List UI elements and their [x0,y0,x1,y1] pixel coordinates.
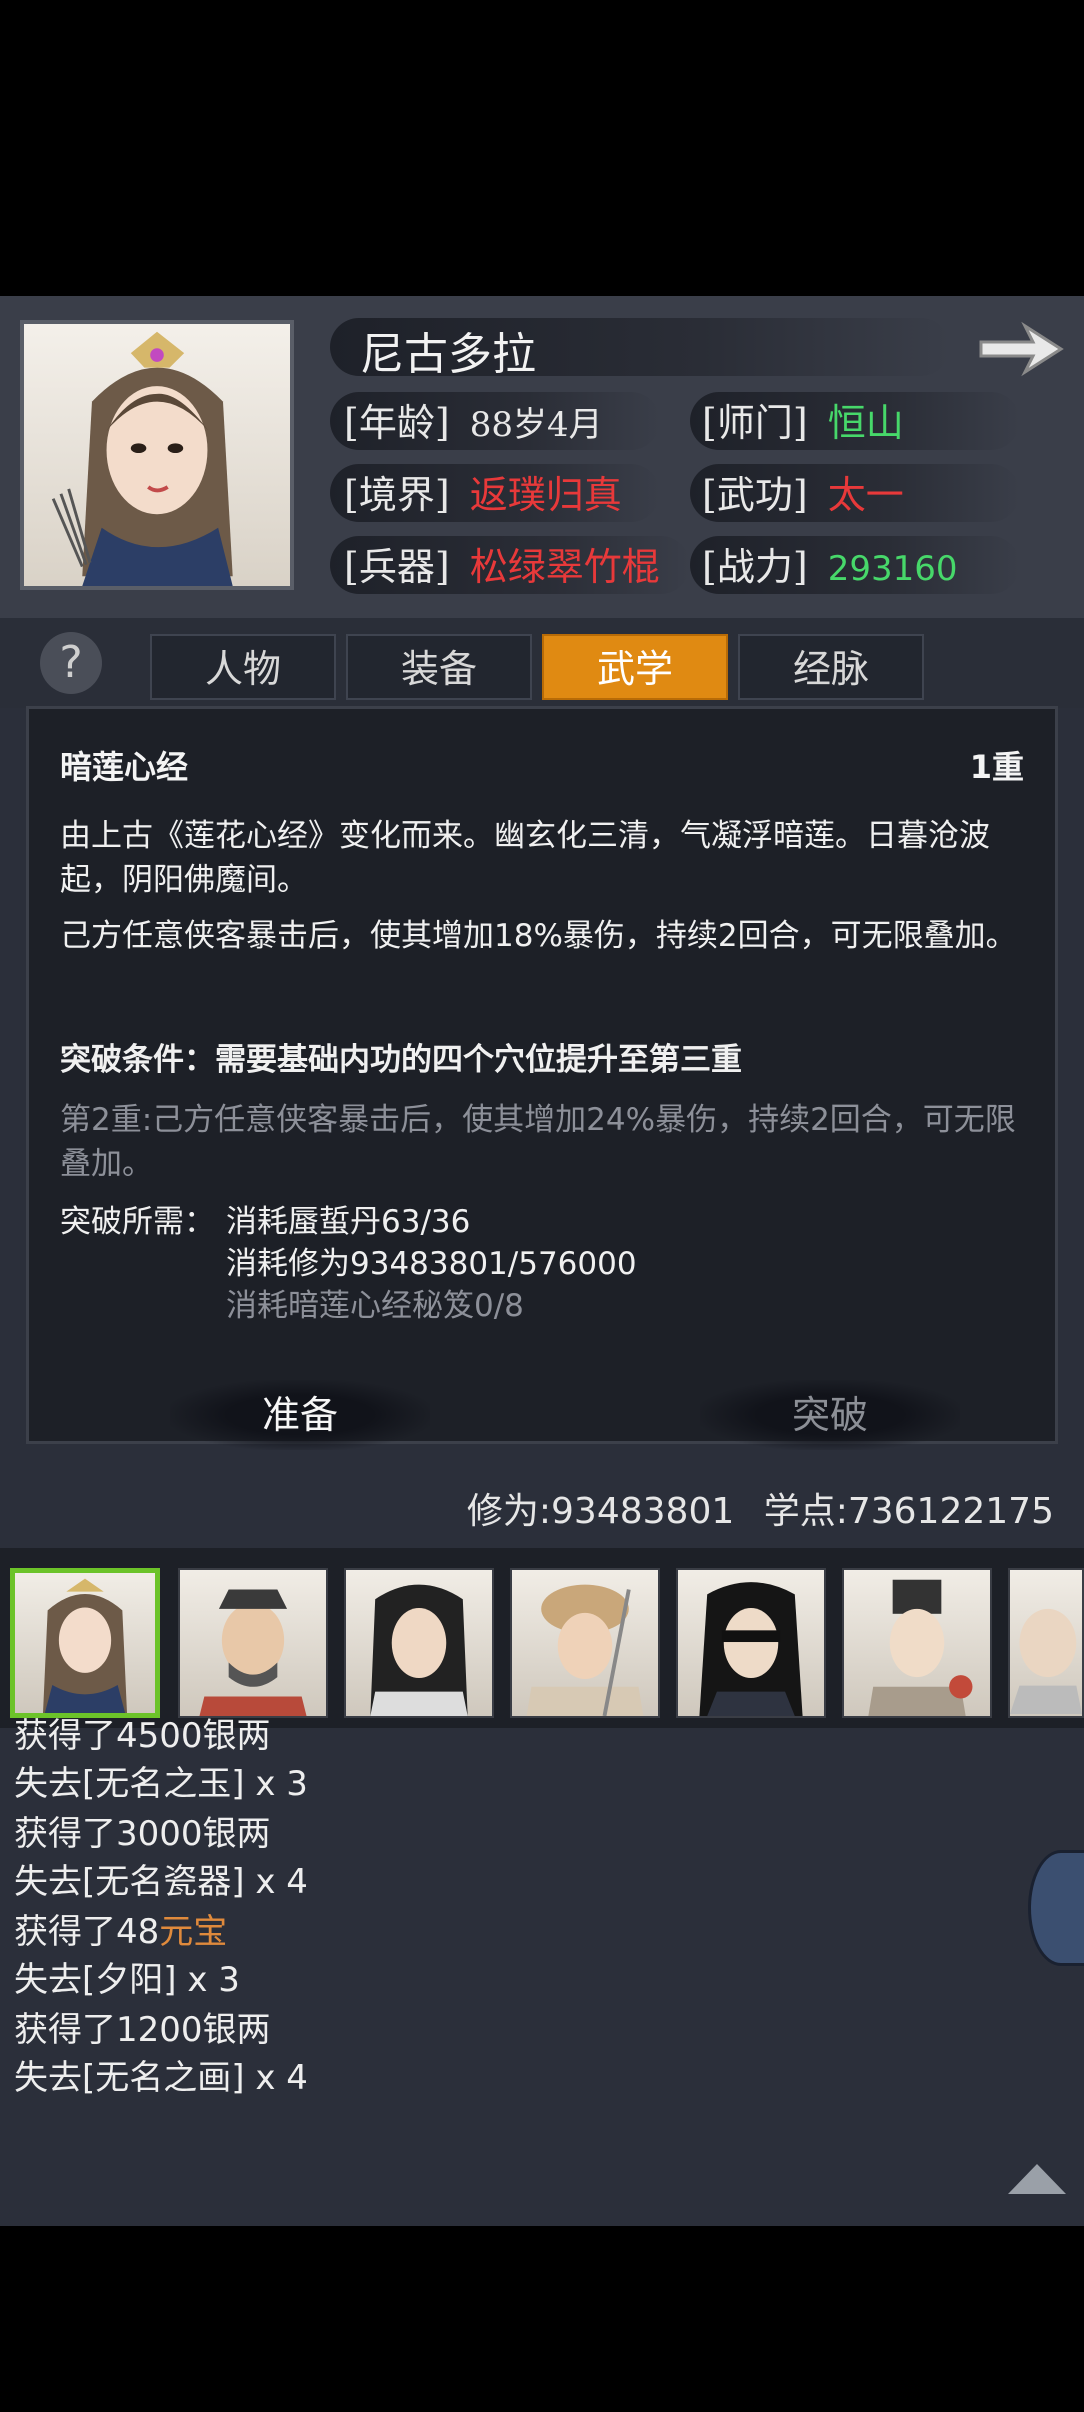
next-level-effect: 第2重:己方任意侠客暴击后，使其增加24%暴伤，持续2回合，可无限叠加。 [60,1102,1016,1182]
log-entry: 获得了1200银两 [14,2010,271,2050]
portrait-thumb [699,1582,803,1716]
breakthrough-button[interactable]: 突破 [700,1380,960,1450]
question-icon: ? [59,637,83,688]
tab-martial-arts[interactable]: 武学 [542,634,728,700]
tab-character[interactable]: 人物 [150,634,336,700]
portrait-thumb [1010,1608,1082,1715]
portrait-image [51,331,233,586]
requirements-label: 突破所需： [60,1204,215,1240]
cultivation-stat: 修为:93483801 [466,1491,735,1532]
power-row: [战力] 293160 [702,536,958,591]
roster-character-5[interactable] [676,1568,826,1718]
sect-row: [师门] 恒山 [702,392,904,447]
requirement-manual: 消耗暗莲心经秘笈0/8 [226,1288,524,1324]
log-entry: 获得了3000银两 [14,1814,271,1854]
roster-character-2[interactable] [178,1568,328,1718]
prepare-button[interactable]: 准备 [170,1380,430,1450]
character-portrait [20,320,294,590]
breakthrough-condition: 突破条件：需要基础内功的四个穴位提升至第三重 [60,1042,742,1078]
requirement-pill: 消耗蜃蜇丹63/36 [226,1204,471,1240]
realm-label: [境界] [344,473,450,517]
power-label: [战力] [702,545,808,589]
portrait-thumb [526,1584,644,1716]
right-arrow-icon [979,321,1064,377]
study-points-stat: 学点:736122175 [763,1491,1054,1532]
roster-character-4[interactable] [510,1568,660,1718]
realm-value: 返璞归真 [469,473,622,517]
triangle-up-icon [1008,2164,1066,2194]
age-value: 88岁4月 [469,405,603,445]
portrait-thumb [370,1584,468,1716]
skill-effect: 己方任意侠客暴击后，使其增加18%暴伤，持续2回合，可无限叠加。 [60,918,1017,954]
skill-value: 太一 [827,473,904,517]
realm-row: [境界] 返璞归真 [344,464,622,519]
log-entry: 失去[无名之玉] x 3 [14,1764,308,1804]
weapon-label: [兵器] [344,545,450,589]
skill-row: [武功] 太一 [702,464,904,519]
portrait-thumb [43,1578,127,1713]
roster-character-1[interactable] [10,1568,160,1718]
tab-equipment[interactable]: 装备 [346,634,532,700]
weapon-row: [兵器] 松绿翠竹棍 [344,536,660,591]
roster-character-7[interactable] [1008,1568,1084,1718]
roster-character-3[interactable] [344,1568,494,1718]
portrait-thumb [199,1589,307,1716]
scroll-up-button[interactable] [1004,2158,1070,2198]
skill-level: 1重 [969,748,1024,786]
log-entry: 获得了48元宝 [14,1912,228,1952]
weapon-value: 松绿翠竹棍 [469,545,660,589]
sect-value: 恒山 [827,401,904,445]
age-row: [年龄] 88岁4月 [344,392,603,447]
help-button[interactable]: ? [40,632,102,694]
skill-description: 由上古《莲花心经》变化而来。幽玄化三清，气凝浮暗莲。日暮沧波起，阴阳佛魔间。 [60,818,990,898]
tab-meridians[interactable]: 经脉 [738,634,924,700]
age-label: [年龄] [344,401,450,445]
skill-label: [武功] [702,473,808,517]
log-entry: 失去[夕阳] x 3 [14,1960,240,2000]
sect-label: [师门] [702,401,808,445]
stats-line: 修为:93483801 学点:736122175 [467,1482,1054,1534]
requirement-cultivation: 消耗修为93483801/576000 [226,1246,637,1282]
power-value: 293160 [827,549,958,589]
log-entry: 失去[无名之画] x 4 [14,2058,308,2098]
skill-title: 暗莲心经 [60,748,189,786]
roster-character-6[interactable] [842,1568,992,1718]
portrait-thumb [868,1579,973,1716]
log-entry: 失去[无名瓷器] x 4 [14,1862,308,1902]
next-arrow-button[interactable] [975,316,1067,382]
log-entry: 获得了4500银两 [14,1716,271,1756]
character-name: 尼古多拉 [360,329,536,380]
